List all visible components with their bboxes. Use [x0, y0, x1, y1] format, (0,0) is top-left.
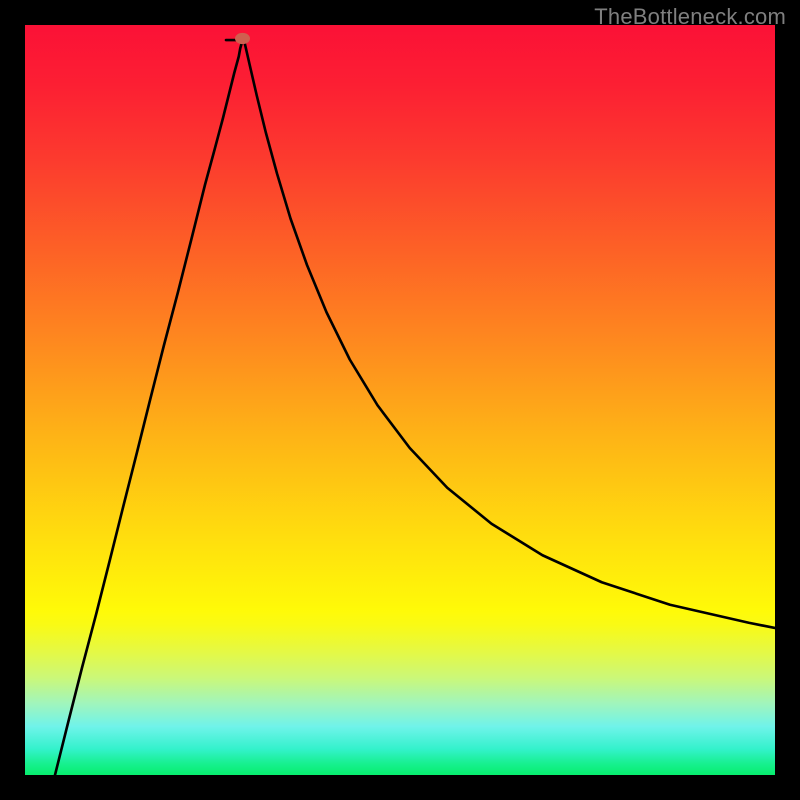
chart-frame: TheBottleneck.com: [0, 0, 800, 800]
optimum-marker: [235, 33, 250, 44]
chart-plot: [25, 25, 775, 775]
gradient-background: [25, 25, 775, 775]
